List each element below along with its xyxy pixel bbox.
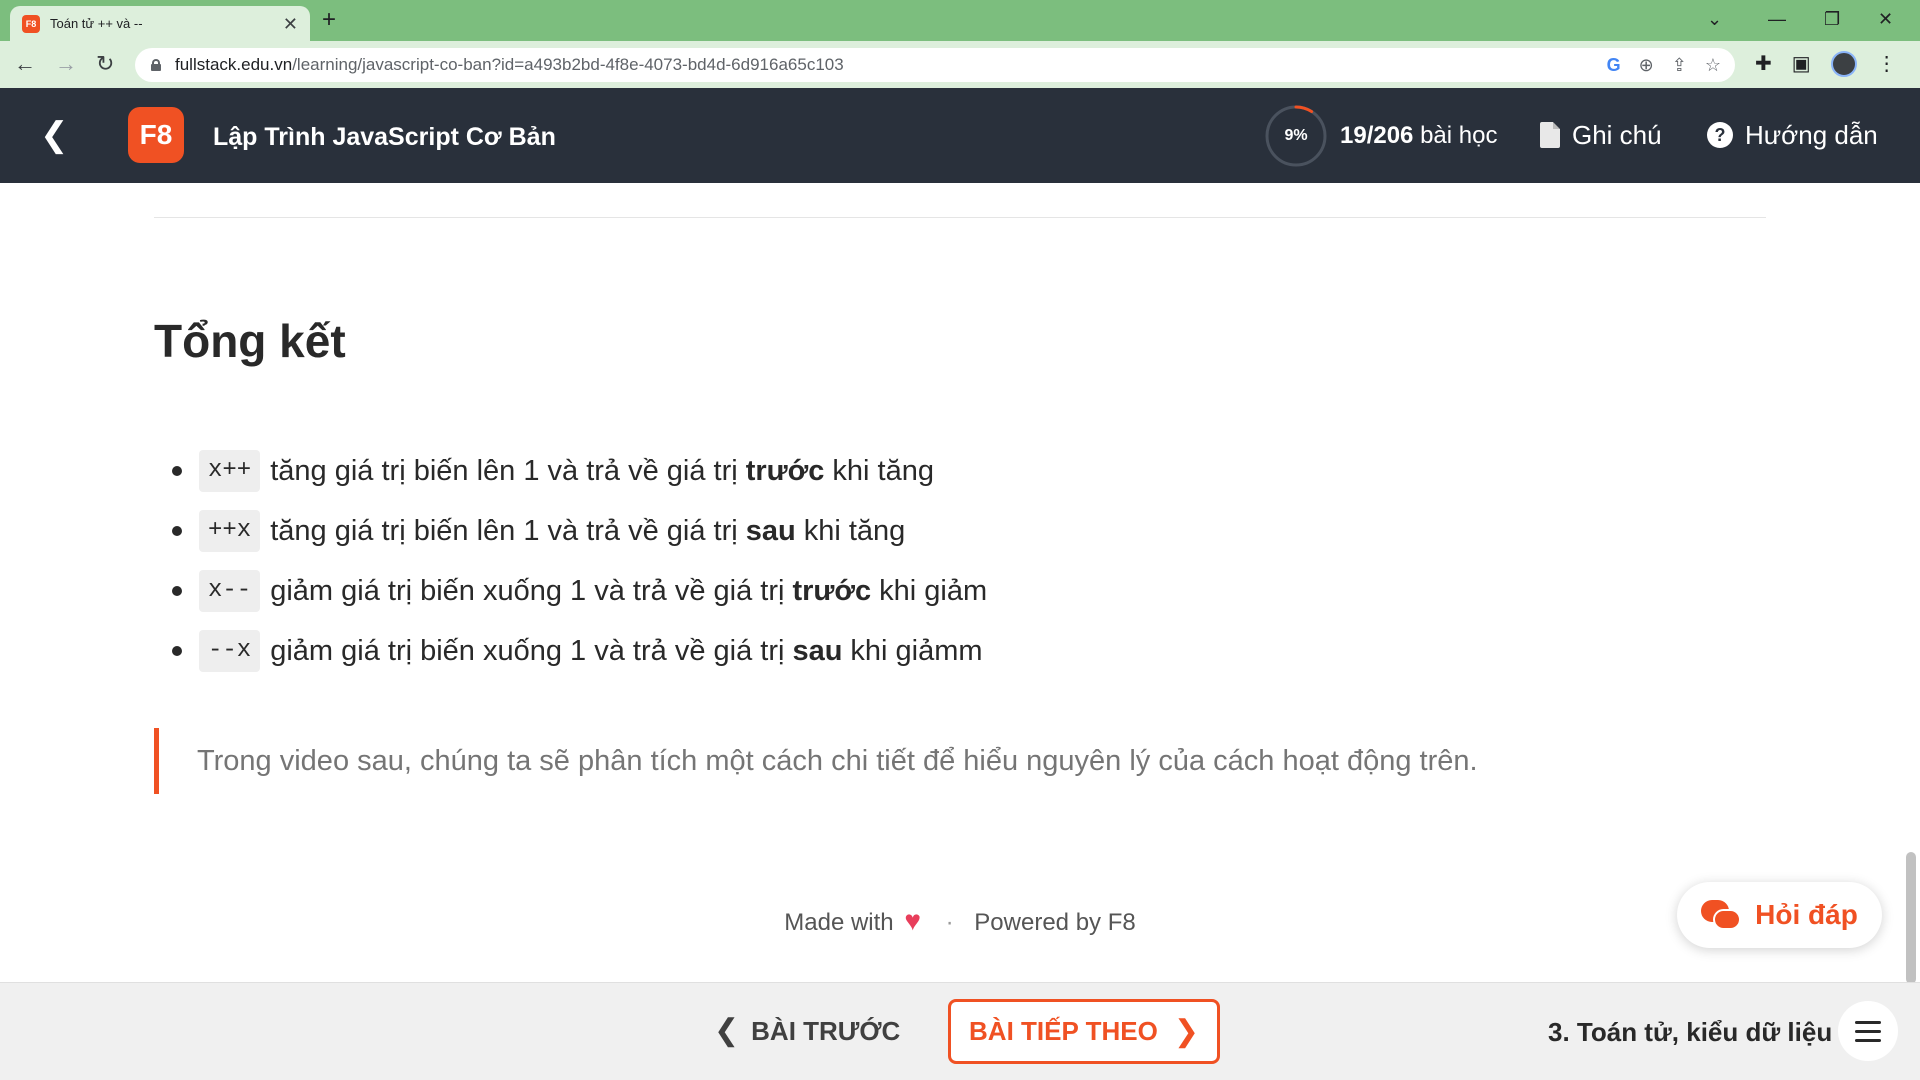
browser-tab[interactable]: F8 Toán tử ++ và -- ✕ [10, 6, 310, 41]
content-divider [154, 217, 1766, 218]
back-chevron-icon[interactable]: ❮ [40, 116, 69, 154]
list-item: x-- giảm giá trị biến xuống 1 và trả về … [154, 561, 987, 621]
current-section-label[interactable]: 3. Toán tử, kiểu dữ liệu [1548, 1016, 1832, 1048]
list-item: x++ tăng giá trị biến lên 1 và trả về gi… [154, 441, 987, 501]
close-tab-icon[interactable]: ✕ [283, 15, 298, 33]
course-header: ❮ F8 Lập Trình JavaScript Cơ Bản 9% 19/2… [0, 88, 1920, 183]
close-window-button[interactable]: ✕ [1878, 6, 1893, 32]
code-snippet: --x [199, 630, 261, 672]
list-item: ++x tăng giá trị biến lên 1 và trả về gi… [154, 501, 987, 561]
bookmark-star-icon[interactable]: ☆ [1705, 55, 1721, 76]
back-arrow-icon[interactable]: ← [14, 51, 36, 77]
code-snippet: x-- [199, 570, 261, 612]
code-snippet: x++ [199, 450, 261, 492]
profile-avatar[interactable] [1830, 51, 1857, 77]
footer-credit: Made with ♥ · Powered by F8 [784, 905, 1136, 936]
tab-title: Toán tử ++ và -- [50, 16, 143, 31]
guide-button[interactable]: ? Hướng dẫn [1707, 119, 1878, 151]
forward-arrow-icon[interactable]: → [55, 51, 77, 77]
browser-toolbar: ← → ↻ fullstack.edu.vn/learning/javascri… [0, 41, 1920, 88]
lock-icon [151, 59, 161, 71]
chat-bubbles-icon [1701, 900, 1742, 930]
summary-list: x++ tăng giá trị biến lên 1 và trả về gi… [154, 441, 987, 681]
new-tab-button[interactable]: + [322, 6, 336, 34]
address-bar[interactable]: fullstack.edu.vn/learning/javascript-co-… [135, 48, 1735, 82]
blockquote: Trong video sau, chúng ta sẽ phân tích m… [154, 728, 1478, 794]
note-file-icon [1540, 122, 1560, 148]
chevron-right-icon: ❯ [1173, 1014, 1199, 1048]
reload-icon[interactable]: ↻ [96, 51, 114, 77]
code-snippet: ++x [199, 510, 261, 552]
menu-hamburger-icon[interactable] [1838, 1001, 1898, 1061]
chevron-left-icon: ❮ [714, 1014, 740, 1047]
tab-search-icon[interactable]: ⌄ [1707, 6, 1722, 32]
f8-logo[interactable]: F8 [128, 107, 184, 163]
lesson-nav-bar: ❮ BÀI TRƯỚC BÀI TIẾP THEO ❯ 3. Toán tử, … [0, 982, 1920, 1080]
qa-button[interactable]: Hỏi đáp [1677, 882, 1882, 948]
question-circle-icon: ? [1707, 122, 1733, 148]
minimize-button[interactable]: — [1768, 6, 1786, 32]
google-icon[interactable]: G [1607, 55, 1621, 76]
restore-button[interactable]: ❐ [1824, 6, 1840, 32]
list-item: --x giảm giá trị biến xuống 1 và trả về … [154, 621, 987, 681]
share-icon[interactable]: ⇪ [1672, 55, 1687, 76]
side-panel-icon[interactable]: ▣ [1792, 50, 1811, 78]
browser-tab-strip: F8 Toán tử ++ và -- ✕ + ⌄ — ❐ ✕ [0, 0, 1920, 41]
section-heading: Tổng kết [154, 315, 346, 367]
heart-icon: ♥ [904, 905, 921, 936]
scrollbar-thumb[interactable] [1906, 852, 1916, 984]
next-lesson-button[interactable]: BÀI TIẾP THEO ❯ [948, 999, 1220, 1064]
more-options-icon[interactable]: ⋮ [1877, 50, 1897, 78]
course-title: Lập Trình JavaScript Cơ Bản [213, 123, 556, 151]
f8-favicon-icon: F8 [22, 14, 40, 33]
prev-lesson-button[interactable]: ❮ BÀI TRƯỚC [714, 1015, 900, 1047]
zoom-icon[interactable]: ⊕ [1639, 55, 1654, 76]
progress-ring: 9% [1264, 104, 1328, 168]
url-text: fullstack.edu.vn/learning/javascript-co-… [175, 55, 844, 74]
extensions-puzzle-icon[interactable]: ✚ [1755, 50, 1772, 78]
notes-button[interactable]: Ghi chú [1540, 119, 1662, 151]
lesson-count: 19/206 bài học [1340, 122, 1498, 149]
progress-percent: 9% [1284, 127, 1308, 144]
